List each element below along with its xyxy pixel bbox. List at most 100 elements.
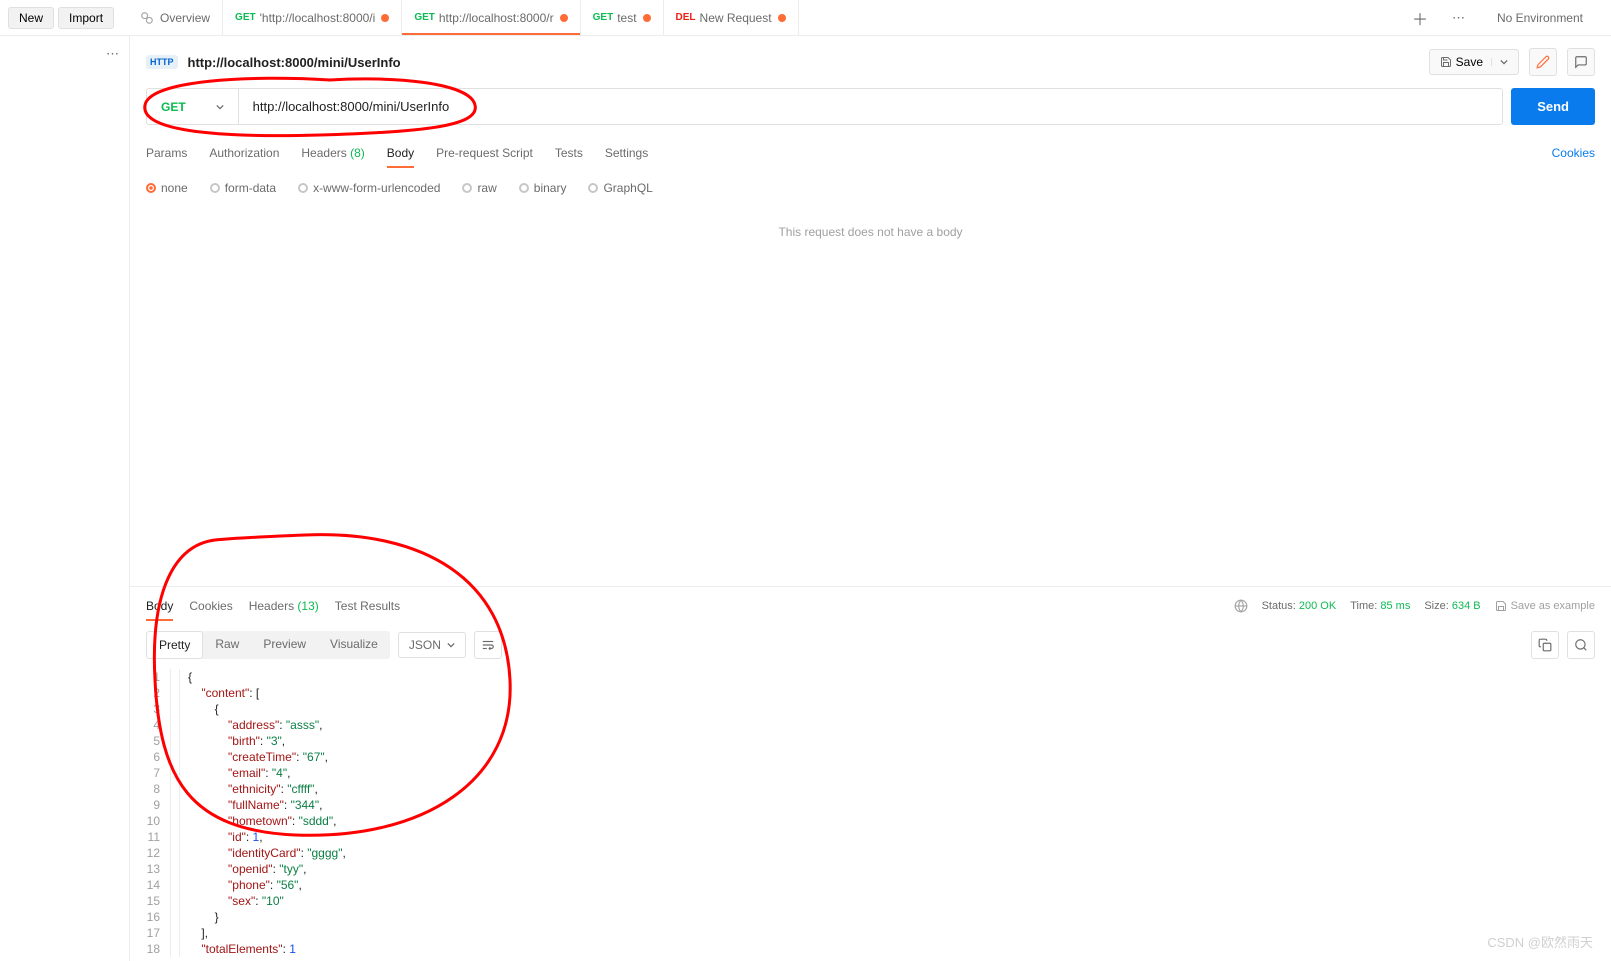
json-code[interactable]: { xyxy=(188,701,219,717)
json-code[interactable]: ], xyxy=(188,925,208,941)
tab-settings[interactable]: Settings xyxy=(605,140,648,166)
wrap-lines-button[interactable] xyxy=(474,631,502,659)
fold-gutter[interactable] xyxy=(170,781,180,797)
workspace-tab[interactable]: GET'http://localhost:8000/i xyxy=(223,0,402,35)
workspace-tab[interactable]: DELNew Request xyxy=(664,0,799,35)
body-type-xwww[interactable]: x-www-form-urlencoded xyxy=(298,181,440,195)
fold-gutter[interactable] xyxy=(170,877,180,893)
body-type-raw[interactable]: raw xyxy=(462,181,496,195)
json-line: 6 "createTime": "67", xyxy=(130,749,1611,765)
cookies-link[interactable]: Cookies xyxy=(1552,146,1595,160)
overview-icon xyxy=(140,11,154,25)
comment-button[interactable] xyxy=(1567,48,1595,76)
fold-gutter[interactable] xyxy=(170,893,180,909)
resp-tab-body[interactable]: Body xyxy=(146,595,173,617)
json-code[interactable]: "address": "asss", xyxy=(188,717,322,733)
new-button[interactable]: New xyxy=(8,7,54,29)
copy-response-button[interactable] xyxy=(1531,631,1559,659)
tab-authorization[interactable]: Authorization xyxy=(209,140,279,166)
fold-gutter[interactable] xyxy=(170,717,180,733)
send-button[interactable]: Send xyxy=(1511,88,1595,125)
method-select[interactable]: GET xyxy=(147,89,239,124)
format-select[interactable]: JSON xyxy=(398,632,466,658)
json-line: 2 "content": [ xyxy=(130,685,1611,701)
fold-gutter[interactable] xyxy=(170,685,180,701)
json-line: 8 "ethnicity": "cffff", xyxy=(130,781,1611,797)
view-pretty[interactable]: Pretty xyxy=(146,631,203,659)
line-number: 3 xyxy=(130,701,170,717)
request-title-row: HTTP http://localhost:8000/mini/UserInfo… xyxy=(130,36,1611,88)
fold-gutter[interactable] xyxy=(170,749,180,765)
url-input[interactable] xyxy=(239,89,1503,124)
save-as-example[interactable]: Save as example xyxy=(1495,600,1595,612)
workspace-tab[interactable]: Overview xyxy=(128,0,223,35)
comment-icon xyxy=(1574,55,1588,69)
tab-params[interactable]: Params xyxy=(146,140,187,166)
tab-body[interactable]: Body xyxy=(387,140,414,166)
tab-headers[interactable]: Headers (8) xyxy=(301,140,364,166)
add-tab-button[interactable]: ＋ xyxy=(1400,6,1440,30)
radio-icon xyxy=(588,183,598,193)
body-type-binary[interactable]: binary xyxy=(519,181,567,195)
fold-gutter[interactable] xyxy=(170,733,180,749)
body-type-formdata[interactable]: form-data xyxy=(210,181,276,195)
save-caret-icon[interactable] xyxy=(1491,58,1508,66)
fold-gutter[interactable] xyxy=(170,765,180,781)
fold-gutter[interactable] xyxy=(170,909,180,925)
save-label: Save xyxy=(1456,55,1483,69)
fold-gutter[interactable] xyxy=(170,797,180,813)
request-title[interactable]: http://localhost:8000/mini/UserInfo xyxy=(188,55,1419,70)
json-code[interactable]: "openid": "tyy", xyxy=(188,861,306,877)
save-button[interactable]: Save xyxy=(1429,49,1519,75)
json-line: 10 "hometown": "sddd", xyxy=(130,813,1611,829)
line-number: 1 xyxy=(130,669,170,685)
json-code[interactable]: "phone": "56", xyxy=(188,877,302,893)
line-number: 18 xyxy=(130,941,170,957)
resp-tab-cookies[interactable]: Cookies xyxy=(189,595,232,617)
json-code[interactable]: "ethnicity": "cffff", xyxy=(188,781,318,797)
view-visualize[interactable]: Visualize xyxy=(318,631,390,659)
environment-selector[interactable]: No Environment xyxy=(1477,11,1603,25)
resp-tab-testresults[interactable]: Test Results xyxy=(335,595,400,617)
json-code[interactable]: "hometown": "sddd", xyxy=(188,813,336,829)
view-preview[interactable]: Preview xyxy=(251,631,318,659)
json-code[interactable]: "birth": "3", xyxy=(188,733,285,749)
json-code[interactable]: "totalElements": 1 xyxy=(188,941,296,957)
sidebar-menu-icon[interactable]: ⋯ xyxy=(106,46,119,62)
json-code[interactable]: "content": [ xyxy=(188,685,259,701)
json-code[interactable]: "email": "4", xyxy=(188,765,290,781)
line-number: 4 xyxy=(130,717,170,733)
fold-gutter[interactable] xyxy=(170,925,180,941)
json-code[interactable]: { xyxy=(188,669,192,685)
json-code[interactable]: } xyxy=(188,909,219,925)
fold-gutter[interactable] xyxy=(170,813,180,829)
search-response-button[interactable] xyxy=(1567,631,1595,659)
fold-gutter[interactable] xyxy=(170,701,180,717)
fold-gutter[interactable] xyxy=(170,845,180,861)
view-raw[interactable]: Raw xyxy=(203,631,251,659)
line-number: 15 xyxy=(130,893,170,909)
resp-tab-headers[interactable]: Headers (13) xyxy=(249,595,319,617)
json-code[interactable]: "createTime": "67", xyxy=(188,749,328,765)
response-json-body[interactable]: 1{2 "content": [3 {4 "address": "asss",5… xyxy=(130,665,1611,961)
tab-prerequest[interactable]: Pre-request Script xyxy=(436,140,533,166)
body-type-graphql[interactable]: GraphQL xyxy=(588,181,652,195)
json-code[interactable]: "identityCard": "gggg", xyxy=(188,845,346,861)
import-button[interactable]: Import xyxy=(58,7,114,29)
json-code[interactable]: "sex": "10" xyxy=(188,893,284,909)
main-content: HTTP http://localhost:8000/mini/UserInfo… xyxy=(130,36,1611,961)
response-status: Status: 200 OK Time: 85 ms Size: 634 B S… xyxy=(1234,599,1595,613)
tab-overflow-button[interactable]: ⋯ xyxy=(1440,10,1477,26)
workspace-tab[interactable]: GETtest xyxy=(581,0,664,35)
edit-button[interactable] xyxy=(1529,48,1557,76)
json-line: 18 "totalElements": 1 xyxy=(130,941,1611,957)
body-type-none[interactable]: none xyxy=(146,181,188,195)
json-code[interactable]: "id": 1, xyxy=(188,829,263,845)
fold-gutter[interactable] xyxy=(170,829,180,845)
json-code[interactable]: "fullName": "344", xyxy=(188,797,322,813)
fold-gutter[interactable] xyxy=(170,861,180,877)
workspace-tab[interactable]: GEThttp://localhost:8000/r xyxy=(402,0,580,35)
fold-gutter[interactable] xyxy=(170,941,180,957)
fold-gutter[interactable] xyxy=(170,669,180,685)
tab-tests[interactable]: Tests xyxy=(555,140,583,166)
